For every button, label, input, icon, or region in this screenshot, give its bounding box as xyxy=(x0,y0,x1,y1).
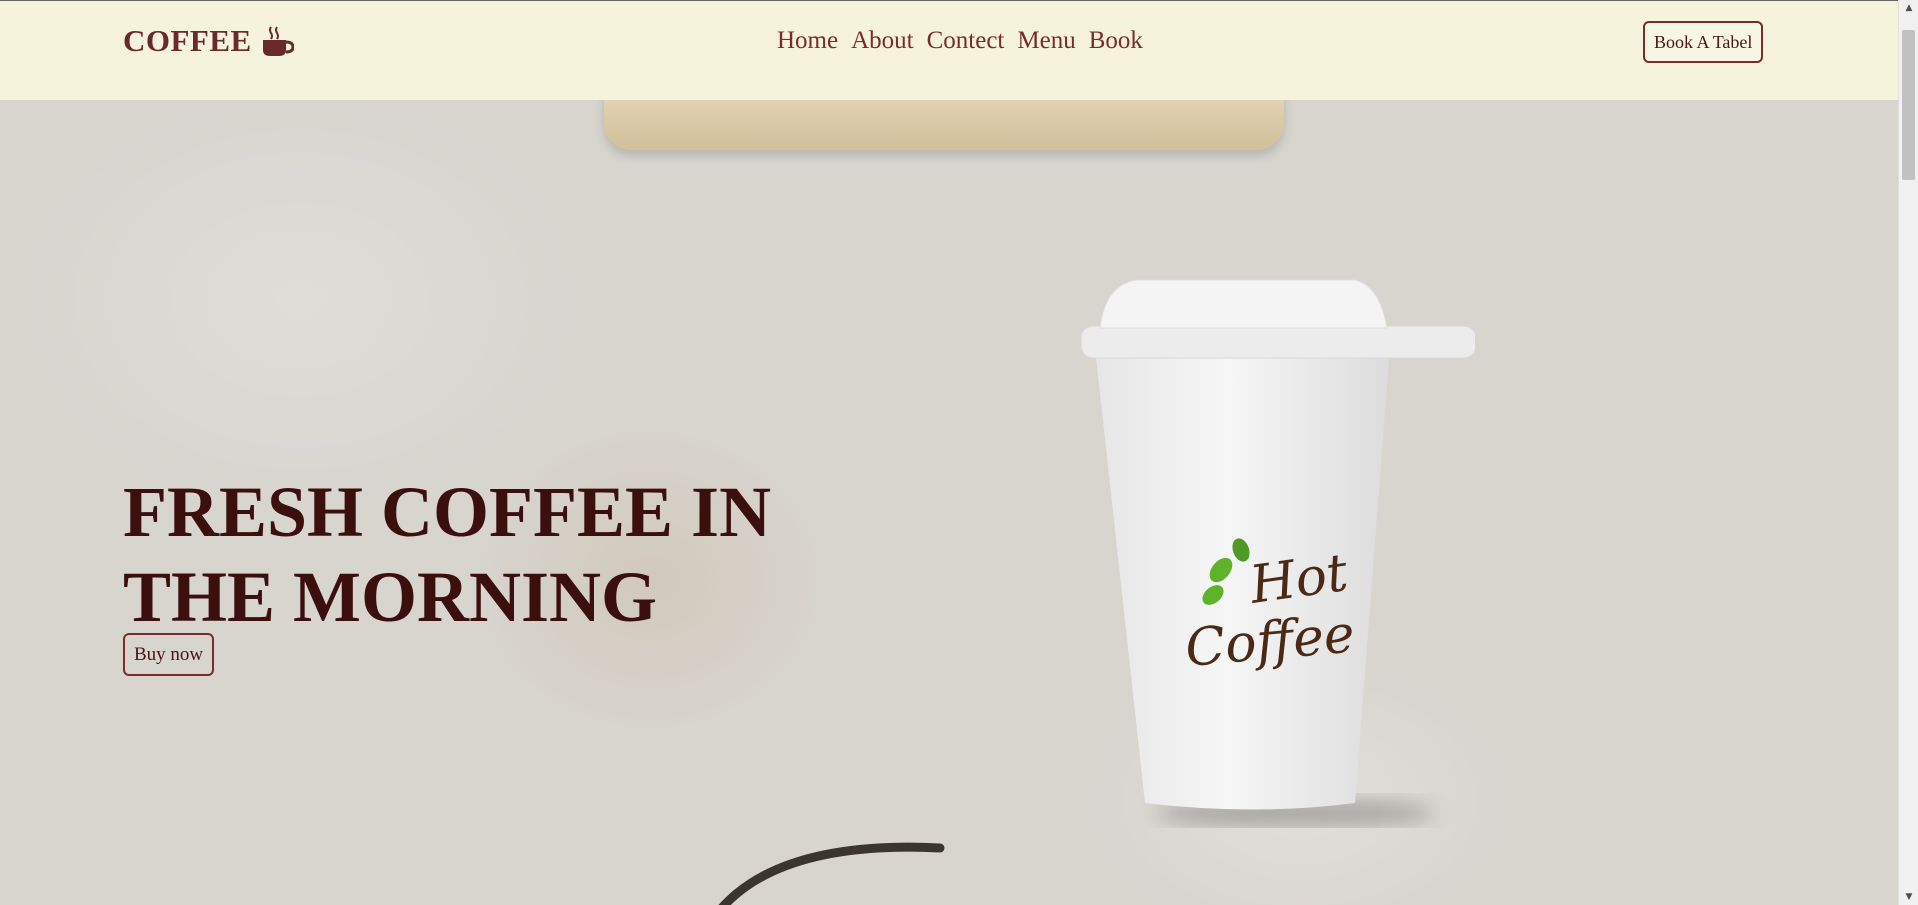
logo-text: COFFEE xyxy=(123,23,252,58)
hero-headline: FRESH COFFEE IN THE MORNING xyxy=(123,472,772,637)
nav-home[interactable]: Home xyxy=(777,27,838,55)
scrollbar-thumb[interactable] xyxy=(1902,30,1915,180)
buy-now-button[interactable]: Buy now xyxy=(123,633,215,676)
logo[interactable]: COFFEE xyxy=(123,23,294,59)
site-header: COFFEE Home About Contect Menu Book Book… xyxy=(0,0,1898,100)
coffee-cup-icon xyxy=(262,26,294,56)
nav-about[interactable]: About xyxy=(851,27,914,55)
nav-book[interactable]: Book xyxy=(1089,27,1143,55)
scroll-up-arrow-icon[interactable]: ▲ xyxy=(1899,0,1918,16)
main-nav: Home About Contect Menu Book xyxy=(777,27,1143,55)
vertical-scrollbar[interactable]: ▲ ▼ xyxy=(1898,0,1918,905)
book-table-button[interactable]: Book A Tabel xyxy=(1643,21,1764,63)
nav-menu[interactable]: Menu xyxy=(1017,27,1075,55)
page: COFFEE Home About Contect Menu Book Book… xyxy=(0,0,1898,905)
coffee-cup-image: Hot Coffee xyxy=(1080,279,1475,827)
cable-decoration xyxy=(718,842,945,905)
scroll-down-arrow-icon[interactable]: ▼ xyxy=(1899,889,1918,905)
nav-contact[interactable]: Contect xyxy=(927,27,1005,55)
